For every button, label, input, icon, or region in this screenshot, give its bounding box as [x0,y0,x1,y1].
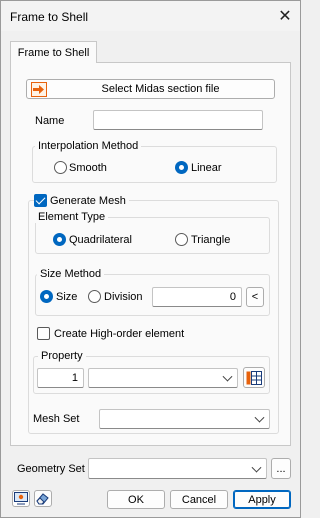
size-method-title: Size Method [37,268,105,280]
property-select[interactable] [88,368,238,388]
geometry-set-more-button[interactable]: ... [271,458,291,479]
name-label: Name [35,115,65,127]
size-value-input[interactable]: 0 [152,287,242,307]
dialog-title: Frame to Shell [10,10,89,24]
apply-button[interactable]: Apply [233,490,291,509]
cancel-label: Cancel [181,493,217,506]
property-title: Property [38,350,86,362]
radio-triangle[interactable] [175,233,188,246]
generate-mesh-checkbox[interactable] [34,194,47,207]
chevron-down-icon [222,371,233,382]
preview-icon [14,492,28,505]
radio-smooth-label: Smooth [69,162,107,174]
cancel-button[interactable]: Cancel [170,490,228,509]
radio-division-label: Division [104,291,143,303]
chevron-down-icon [251,462,262,473]
tab-frame-to-shell[interactable]: Frame to Shell [10,41,97,63]
high-order-label: Create High-order element [54,328,185,340]
radio-division[interactable] [88,290,101,303]
radio-size-label: Size [56,291,78,303]
radio-smooth[interactable] [54,161,67,174]
pick-size-label: < [251,291,259,303]
property-table-icon [246,370,262,385]
mesh-set-label: Mesh Set [33,413,80,425]
mesh-set-select[interactable] [99,409,270,429]
property-number-input[interactable]: 1 [37,368,84,388]
ok-button[interactable]: OK [107,490,165,509]
radio-quadrilateral-label: Quadrilateral [69,234,132,246]
radio-linear[interactable] [175,161,188,174]
geometry-set-select[interactable] [88,458,267,479]
ok-label: OK [128,493,144,506]
high-order-checkbox[interactable] [37,327,50,340]
frame-to-shell-dialog: Frame to Shell ✕ Frame to Shell Select M… [0,0,301,518]
pick-size-button[interactable]: < [246,287,264,307]
apply-label: Apply [248,493,276,506]
element-type-title: Element Type [35,211,109,223]
more-label: ... [276,462,286,475]
eraser-icon [36,493,49,505]
chevron-down-icon [254,412,265,423]
close-icon: ✕ [278,8,292,25]
radio-linear-label: Linear [191,162,222,174]
eraser-button[interactable] [34,490,52,507]
radio-triangle-label: Triangle [191,234,231,246]
title-bar: Frame to Shell ✕ [1,1,300,31]
geometry-set-label: Geometry Set [17,463,85,475]
property-table-button[interactable] [243,367,265,388]
name-input[interactable] [93,110,263,130]
close-button[interactable]: ✕ [270,1,300,31]
interpolation-method-title: Interpolation Method [35,140,142,152]
select-section-file-label: Select Midas section file [101,83,220,95]
preview-button[interactable] [12,490,30,507]
generate-mesh-label: Generate Mesh [47,195,129,207]
select-section-file-button[interactable]: Select Midas section file [26,79,275,99]
radio-size[interactable] [40,290,53,303]
import-arrow-icon [31,82,47,97]
radio-quadrilateral[interactable] [53,233,66,246]
tab-label: Frame to Shell [17,46,90,59]
